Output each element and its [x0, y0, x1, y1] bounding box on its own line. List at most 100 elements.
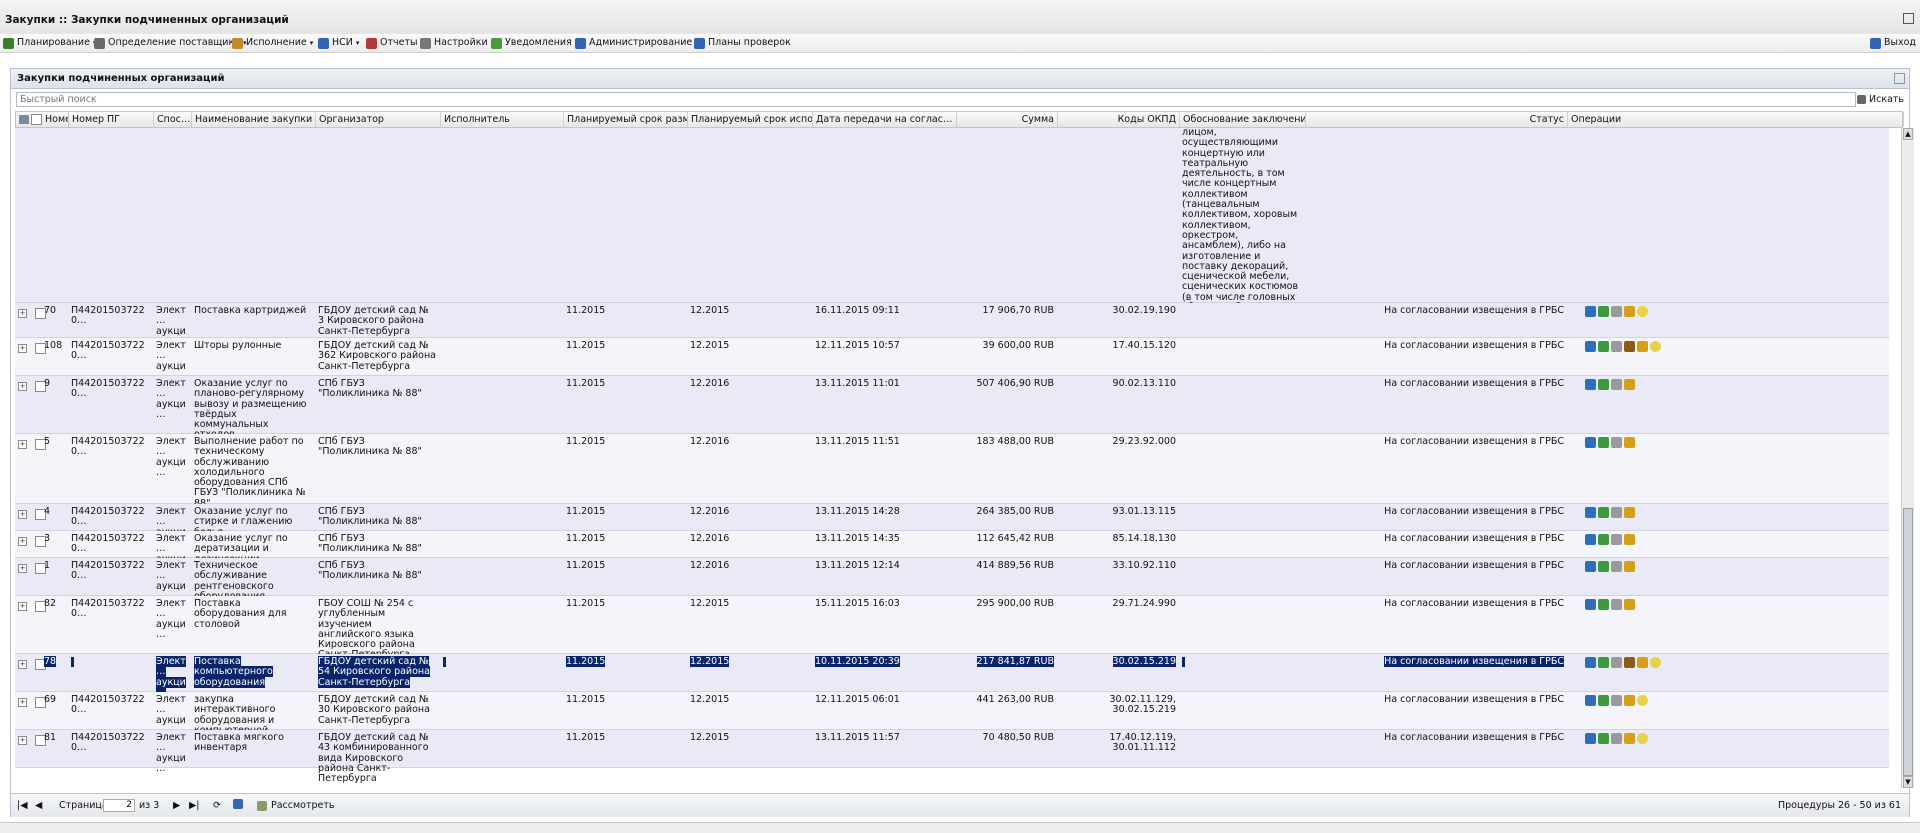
expand-row-icon[interactable]: + [18, 344, 27, 353]
cogs-icon[interactable] [1598, 341, 1609, 352]
hourglass-icon[interactable] [1624, 561, 1635, 572]
column-header-9[interactable]: Сумма [957, 112, 1058, 127]
column-header-0[interactable]: Номер [42, 112, 69, 127]
table-row[interactable]: +70П442015037220…Элект… аукци…Поставка к… [15, 303, 1889, 347]
edit-doc-icon[interactable] [1611, 657, 1622, 668]
chart-icon[interactable] [1585, 561, 1596, 572]
table-row[interactable]: +5 П442015037220… Элект… аукци… Выполнение … [15, 434, 1889, 508]
edit-doc-icon[interactable] [1611, 599, 1622, 610]
first-page-icon[interactable]: |◀ [17, 799, 28, 812]
table-row[interactable]: +69П442015037220…Элект… аукци…закупка ин… [15, 692, 1889, 746]
column-header-11[interactable]: Обоснование заключения [1180, 112, 1306, 127]
sun-icon[interactable] [1637, 306, 1648, 317]
chart-icon[interactable] [1585, 733, 1596, 744]
menu-item-3[interactable]: НСИ ▾ [318, 36, 359, 50]
edit-doc-icon[interactable] [1611, 306, 1622, 317]
table-row[interactable]: +1П442015037220…Элект… аукци…Техническое… [15, 558, 1889, 602]
vertical-scrollbar[interactable]: ▲ ▼ [1901, 128, 1914, 788]
edit-doc-icon[interactable] [1611, 379, 1622, 390]
hourglass-icon[interactable] [1624, 437, 1635, 448]
hourglass-icon[interactable] [1624, 695, 1635, 706]
expand-row-icon[interactable]: + [18, 736, 27, 745]
edit-doc-icon[interactable] [1611, 437, 1622, 448]
table-row[interactable]: +9 П442015037220… Элект… аукци… Оказание ус… [15, 376, 1889, 440]
chart-icon[interactable] [1585, 599, 1596, 610]
edit-doc-icon[interactable] [1611, 341, 1622, 352]
hourglass-icon[interactable] [1624, 534, 1635, 545]
table-row[interactable]: +78Элект… аукци…Поставка компьютерного о… [15, 654, 1889, 698]
hourglass-icon[interactable] [1637, 657, 1648, 668]
refresh-icon[interactable]: ⟳ [213, 799, 221, 812]
menu-item-6[interactable]: Уведомления▾ [491, 36, 578, 50]
chart-icon[interactable] [1585, 306, 1596, 317]
table-row[interactable]: +81 П442015037220… Элект… аукци… Поставка м… [15, 730, 1889, 784]
hourglass-icon[interactable] [1624, 733, 1635, 744]
quick-search-input[interactable] [17, 93, 1855, 106]
search-button[interactable]: Искать [1857, 91, 1904, 107]
hourglass-icon[interactable] [1624, 507, 1635, 518]
column-header-4[interactable]: Организатор [316, 112, 441, 127]
column-header-5[interactable]: Исполнитель [441, 112, 564, 127]
emblem-icon[interactable] [1624, 341, 1635, 352]
save-icon[interactable] [233, 799, 243, 812]
menu-item-1[interactable]: Определение поставщика ▾ [94, 36, 247, 50]
maximize-icon[interactable] [1903, 13, 1914, 24]
cogs-icon[interactable] [1598, 657, 1609, 668]
edit-doc-icon[interactable] [1611, 507, 1622, 518]
column-header-2[interactable]: Спос… [154, 112, 192, 127]
column-header-8[interactable]: Дата передачи на соглас… [813, 112, 957, 127]
table-row[interactable]: +82 П442015037220… Элект… аукци… Поставка о… [15, 596, 1889, 660]
prev-page-icon[interactable]: ◀ [35, 799, 42, 812]
chart-icon[interactable] [1585, 437, 1596, 448]
column-header-7[interactable]: Планируемый срок испол… [688, 112, 813, 127]
select-all-checkbox[interactable] [31, 114, 42, 125]
last-page-icon[interactable]: ▶| [189, 799, 200, 812]
menu-item-8[interactable]: Планы проверок [694, 36, 791, 50]
hourglass-icon[interactable] [1624, 306, 1635, 317]
chart-icon[interactable] [1585, 657, 1596, 668]
expand-row-icon[interactable]: + [18, 510, 27, 519]
expand-row-icon[interactable]: + [18, 602, 27, 611]
edit-doc-icon[interactable] [1611, 534, 1622, 545]
menu-item-7[interactable]: Администрирование▾ [575, 36, 699, 50]
expand-row-icon[interactable]: + [18, 537, 27, 546]
expand-row-icon[interactable]: + [18, 440, 27, 449]
cogs-icon[interactable] [1598, 379, 1609, 390]
cogs-icon[interactable] [1598, 561, 1609, 572]
cogs-icon[interactable] [1598, 733, 1609, 744]
menu-item-2[interactable]: Исполнение ▾ [232, 36, 313, 50]
expand-row-icon[interactable]: + [18, 564, 27, 573]
hourglass-icon[interactable] [1637, 341, 1648, 352]
sun-icon[interactable] [1637, 733, 1648, 744]
cogs-icon[interactable] [1598, 695, 1609, 706]
chart-icon[interactable] [1585, 379, 1596, 390]
menu-item-0[interactable]: Планирование▾ [3, 36, 96, 50]
chart-icon[interactable] [1585, 534, 1596, 545]
column-header-13[interactable]: Операции [1568, 112, 1904, 127]
table-row[interactable]: +4П442015037220…Элект… аукци…Оказание ус… [15, 504, 1889, 548]
sun-icon[interactable] [1650, 657, 1661, 668]
hourglass-icon[interactable] [1624, 599, 1635, 610]
column-header-3[interactable]: Наименование закупки [192, 112, 316, 127]
cogs-icon[interactable] [1598, 507, 1609, 518]
expand-row-icon[interactable]: + [18, 382, 27, 391]
scroll-up-icon[interactable]: ▲ [1903, 128, 1913, 140]
column-header-10[interactable]: Коды ОКПД [1058, 112, 1180, 127]
refresh-panel-icon[interactable] [1894, 73, 1905, 84]
edit-doc-icon[interactable] [1611, 695, 1622, 706]
filter-icon[interactable] [19, 115, 29, 124]
scroll-down-icon[interactable]: ▼ [1903, 776, 1913, 788]
cogs-icon[interactable] [1598, 534, 1609, 545]
column-header-6[interactable]: Планируемый срок разме… [564, 112, 688, 127]
scroll-thumb[interactable] [1903, 508, 1913, 776]
expand-row-icon[interactable]: + [18, 660, 27, 669]
sun-icon[interactable] [1637, 695, 1648, 706]
page-number-input[interactable] [103, 798, 135, 812]
emblem-icon[interactable] [1624, 657, 1635, 668]
expand-row-icon[interactable]: + [18, 698, 27, 707]
sun-icon[interactable] [1650, 341, 1661, 352]
cogs-icon[interactable] [1598, 306, 1609, 317]
view-button[interactable]: Рассмотреть [257, 799, 335, 812]
column-header-1[interactable]: Номер ПГ [69, 112, 154, 127]
menu-item-5[interactable]: Настройки▾ [420, 36, 494, 50]
